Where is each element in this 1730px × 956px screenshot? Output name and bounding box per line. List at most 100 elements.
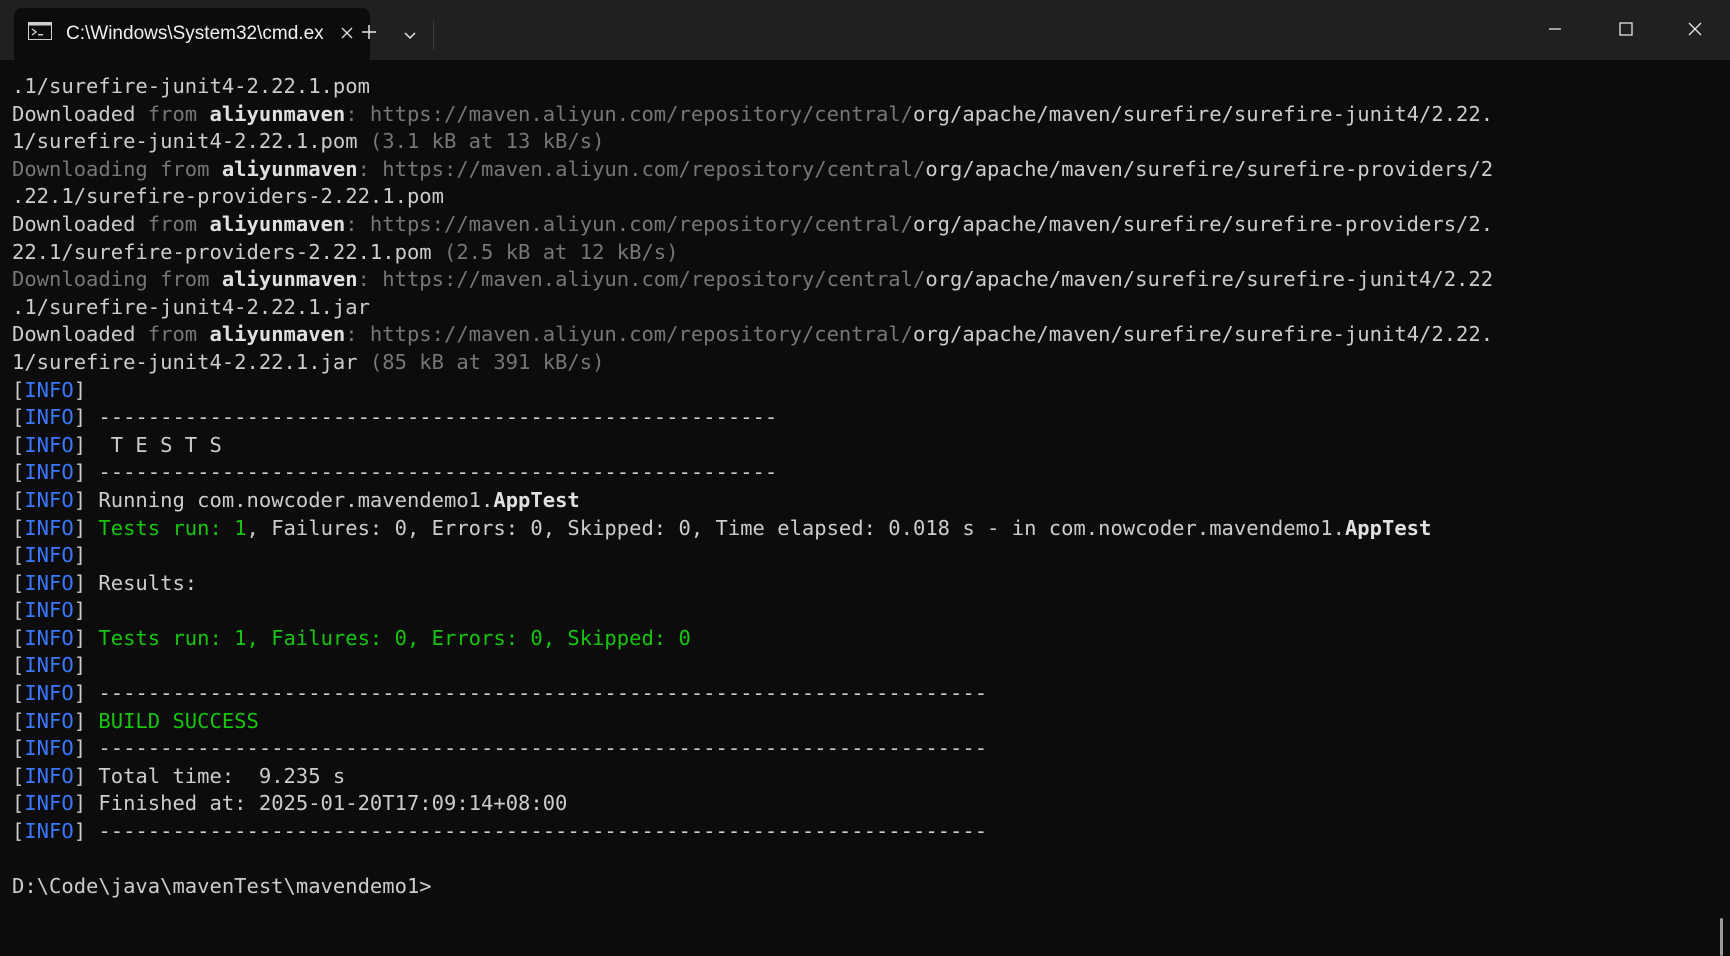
minimize-button[interactable] bbox=[1520, 0, 1590, 60]
divider bbox=[433, 20, 434, 50]
console-text: INFO bbox=[24, 791, 74, 816]
console-line: [INFO] bbox=[12, 377, 1493, 405]
console-text: : https://maven.aliyun.com/repository/ce… bbox=[345, 211, 913, 236]
console-text: .1/surefire-junit4-2.22.1.pom bbox=[12, 74, 370, 98]
console-text: org/apache/maven/surefire/surefire-junit… bbox=[912, 101, 1494, 126]
console-line: [INFO] BUILD SUCCESS bbox=[12, 708, 1493, 736]
console-line: [INFO] Results: bbox=[12, 570, 1493, 598]
console-line: .1/surefire-junit4-2.22.1.pom bbox=[12, 73, 1493, 101]
console-line: 1/surefire-junit4-2.22.1.pom (3.1 kB at … bbox=[12, 128, 1493, 156]
console-text: : https://maven.aliyun.com/repository/ce… bbox=[357, 267, 926, 292]
console-text: [ bbox=[12, 543, 25, 568]
console-line: [INFO] T E S T S bbox=[12, 432, 1493, 460]
console-text: INFO bbox=[24, 570, 74, 595]
console-line: [INFO] Tests run: 1, Failures: 0, Errors… bbox=[12, 515, 1493, 543]
close-icon bbox=[1688, 21, 1702, 40]
console-line: Downloaded from aliyunmaven: https://mav… bbox=[12, 321, 1493, 349]
console-text: D:\Code\java\mavenTest\mavendemo1> bbox=[12, 874, 432, 899]
console-text: ] Results: bbox=[73, 570, 198, 595]
console-text: INFO bbox=[24, 681, 74, 706]
console-line: Downloaded from aliyunmaven: https://mav… bbox=[12, 211, 1493, 239]
console-text: INFO bbox=[24, 819, 74, 844]
console-line: [INFO] ---------------------------------… bbox=[12, 818, 1493, 846]
console-text: BUILD SUCCESS bbox=[98, 708, 259, 733]
console-line: [INFO] bbox=[12, 542, 1493, 570]
console-text: [ bbox=[12, 708, 25, 733]
console-text: INFO bbox=[24, 515, 74, 540]
console-text: INFO bbox=[24, 543, 74, 568]
console-lines: .1/surefire-junit4-2.22.1.pom Downloaded … bbox=[12, 73, 1493, 901]
console-text: Downloading from bbox=[12, 267, 222, 292]
console-line: .1/surefire-junit4-2.22.1.jar bbox=[12, 294, 1493, 322]
tab-title: C:\Windows\System32\cmd.exe bbox=[66, 23, 324, 44]
console-text: org/apache/maven/surefire/surefire-junit… bbox=[925, 267, 1494, 292]
console-text: [ bbox=[12, 653, 25, 678]
new-tab-button[interactable] bbox=[351, 16, 387, 52]
console-text: (85 kB at 391 kB/s) bbox=[357, 349, 605, 374]
console-line: [INFO] ---------------------------------… bbox=[12, 404, 1493, 432]
maximize-button[interactable] bbox=[1591, 0, 1661, 60]
console-output[interactable]: .1/surefire-junit4-2.22.1.pom Downloaded … bbox=[0, 60, 1730, 956]
console-text: org/apache/maven/surefire/surefire-junit… bbox=[912, 322, 1494, 347]
console-text: ] bbox=[73, 625, 99, 650]
console-text: ] bbox=[73, 598, 87, 623]
console-text: (2.5 kB at 12 kB/s) bbox=[431, 239, 679, 264]
chevron-down-icon bbox=[403, 25, 417, 44]
console-text: : https://maven.aliyun.com/repository/ce… bbox=[345, 101, 913, 126]
console-text: ] Total time: 9.235 s bbox=[73, 763, 346, 788]
console-text: Downloaded bbox=[12, 322, 148, 347]
tab-cmd[interactable]: C:\Windows\System32\cmd.exe bbox=[14, 8, 370, 60]
console-text: from bbox=[147, 101, 210, 126]
console-text: [ bbox=[12, 819, 25, 844]
console-text: Tests run: 1, Failures: 0, Errors: 0, Sk… bbox=[98, 625, 691, 650]
console-text: ] T E S T S bbox=[73, 432, 222, 457]
terminal-icon bbox=[28, 22, 52, 40]
console-text: from bbox=[147, 211, 210, 236]
console-text: [ bbox=[12, 763, 25, 788]
console-text: INFO bbox=[24, 487, 74, 512]
console-text: 1/surefire-junit4-2.22.1.jar bbox=[12, 349, 358, 374]
console-text: : https://maven.aliyun.com/repository/ce… bbox=[357, 156, 926, 181]
console-text: (3.1 kB at 13 kB/s) bbox=[357, 129, 605, 154]
console-text: INFO bbox=[24, 708, 74, 733]
console-text: INFO bbox=[24, 653, 74, 678]
console-text: AppTest bbox=[1344, 515, 1432, 540]
console-text: INFO bbox=[24, 460, 74, 485]
console-text: , Failures: 0, Errors: 0, Skipped: 0, Ti… bbox=[246, 515, 1345, 540]
console-text: INFO bbox=[24, 432, 74, 457]
console-text: INFO bbox=[24, 763, 74, 788]
console-text: Downloaded bbox=[12, 101, 148, 126]
console-text: ] Running com.nowcoder.mavendemo1. bbox=[73, 487, 494, 512]
console-text: ] --------------------------------------… bbox=[73, 681, 988, 706]
console-text: ] bbox=[73, 515, 99, 540]
console-text: ] --------------------------------------… bbox=[73, 460, 778, 485]
console-text: [ bbox=[12, 598, 25, 623]
console-text: : https://maven.aliyun.com/repository/ce… bbox=[345, 322, 913, 347]
console-text: [ bbox=[12, 432, 25, 457]
console-text: ] --------------------------------------… bbox=[73, 819, 988, 844]
console-line: [INFO] ---------------------------------… bbox=[12, 735, 1493, 763]
window-close-button[interactable] bbox=[1660, 0, 1730, 60]
console-text: aliyunmaven bbox=[221, 156, 358, 181]
console-line: 22.1/surefire-providers-2.22.1.pom (2.5 … bbox=[12, 239, 1493, 267]
console-line: [INFO] bbox=[12, 597, 1493, 625]
console-text: [ bbox=[12, 460, 25, 485]
console-line: [INFO] ---------------------------------… bbox=[12, 680, 1493, 708]
plus-icon bbox=[361, 24, 377, 44]
console-text: [ bbox=[12, 405, 25, 430]
console-text: INFO bbox=[24, 598, 74, 623]
tab-dropdown-button[interactable] bbox=[392, 16, 428, 52]
console-text: [ bbox=[12, 736, 25, 761]
console-text: INFO bbox=[24, 377, 74, 402]
console-line: Downloaded from aliyunmaven: https://mav… bbox=[12, 101, 1493, 129]
console-text: [ bbox=[12, 487, 25, 512]
console-line: Downloading from aliyunmaven: https://ma… bbox=[12, 266, 1493, 294]
minimize-icon bbox=[1548, 21, 1562, 40]
console-text: INFO bbox=[24, 405, 74, 430]
console-text: [ bbox=[12, 515, 25, 540]
maximize-icon bbox=[1619, 21, 1633, 40]
console-text: aliyunmaven bbox=[209, 101, 346, 126]
console-text: aliyunmaven bbox=[209, 211, 346, 236]
console-text: ] --------------------------------------… bbox=[73, 736, 988, 761]
